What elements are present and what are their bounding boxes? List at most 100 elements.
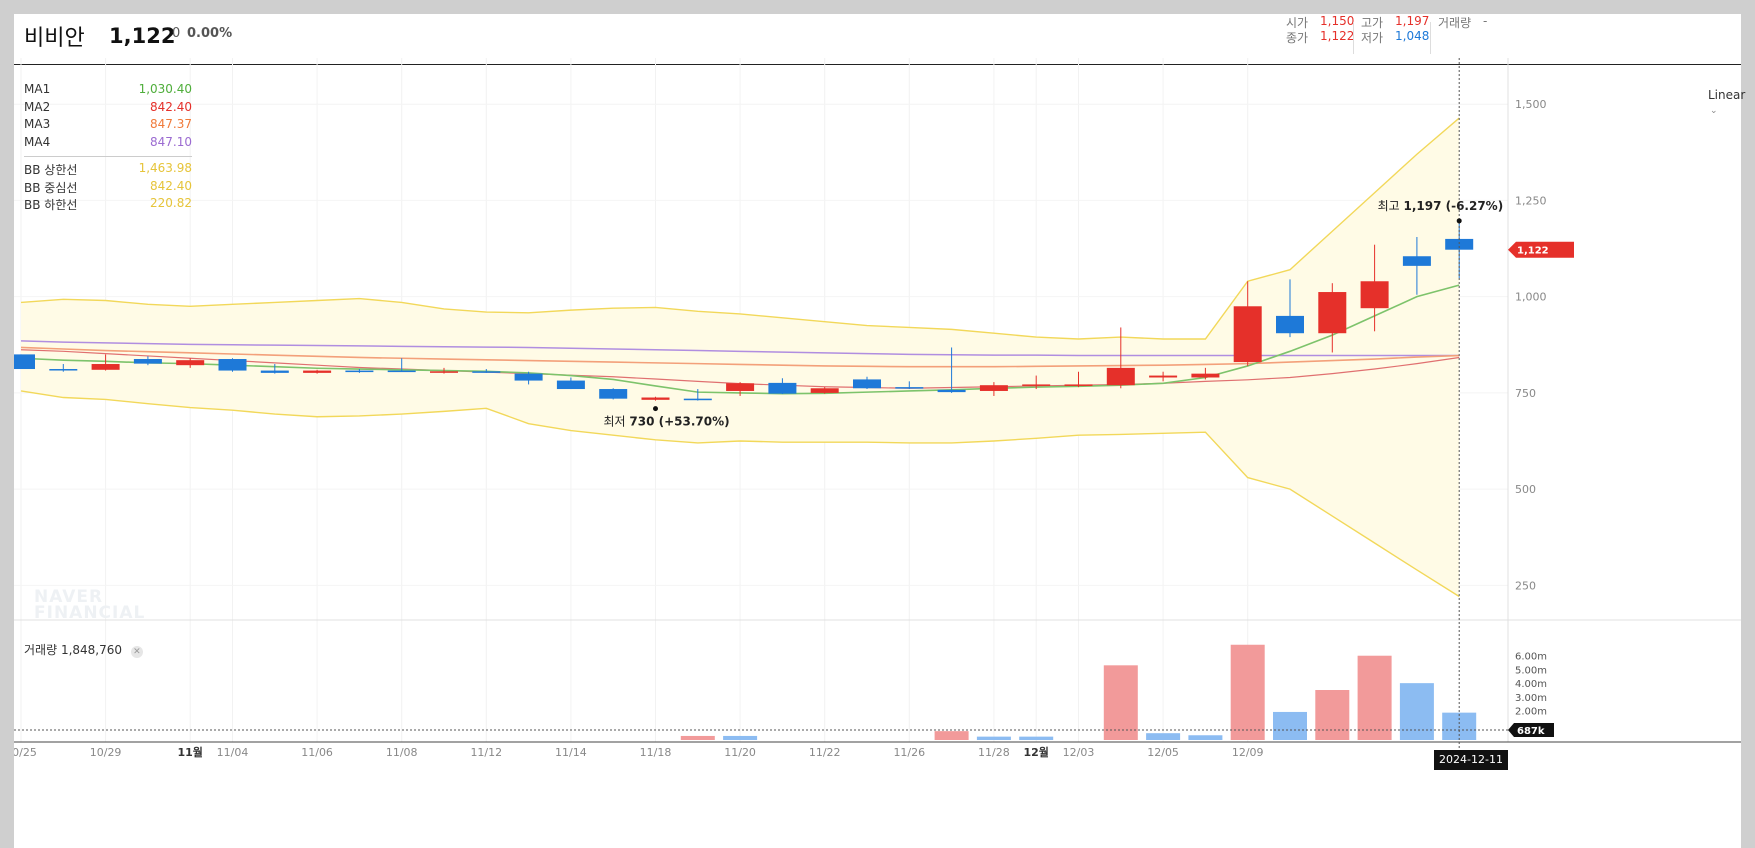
candle-body [91,364,120,370]
x-tick-label: 11/08 [386,746,418,759]
candle-body [937,389,966,393]
volume-bar [1146,733,1181,740]
volume-bar [1230,644,1265,740]
candle-body [14,354,35,370]
watermark-logo: NAVER FINANCIAL [34,589,146,623]
candle-body [1276,315,1304,334]
scale-mode-select[interactable]: Linear ⌄ [1708,88,1745,116]
x-tick-label: 12/03 [1063,746,1095,759]
watermark-line: FINANCIAL [34,603,146,623]
candle-body [303,370,332,373]
volume-bar [1399,683,1434,740]
high-annotation-value: 1,197 (-6.27%) [1403,199,1503,213]
x-tick-label: 11/18 [640,746,672,759]
candle-body [176,360,205,366]
candle-body [641,397,670,400]
candle-body [726,383,755,391]
x-tick-label: 10/29 [90,746,122,759]
legend-label: MA3 [24,117,51,131]
volume-bar [1103,665,1138,740]
candle-body [1360,281,1389,309]
price-tick-label: 1,000 [1515,291,1547,304]
legend-label: MA2 [24,99,51,114]
volume-bar [1315,690,1350,740]
x-tick-label: 11/04 [217,746,249,759]
x-tick-label: 10/25 [14,746,37,759]
price-tick-label: 1,500 [1515,98,1547,111]
low-annotation-label: 최저 [604,415,630,429]
volume-tick-label: 5.00m [1515,665,1547,676]
high-annotation-label: 최고 [1378,199,1404,213]
legend-item: BB 하한선 220.82 [24,196,192,214]
price-chart[interactable]: 250 500 750 1,000 1,250 1,500 2.00m 3.00m 4.00m 5… [14,14,1741,848]
candle-body [895,387,924,389]
candle-body [387,370,416,373]
legend-divider [24,156,192,157]
candle-body [1106,367,1135,386]
x-tick-label: 11/06 [301,746,333,759]
price-tick-label: 1,250 [1515,194,1547,207]
legend-item: BB 상한선 1,463.98 [24,161,192,179]
legend-value: 1,030.40 [138,82,192,96]
candle-body [1318,292,1347,334]
volume-bar [1019,736,1054,740]
x-tick-label: 12/05 [1147,746,1179,759]
volume-bar [1357,655,1392,740]
legend-item: BB 중심선 842.40 [24,179,192,197]
candle-body [430,371,458,373]
crosshair-date-badge: 2024-12-11 [1434,750,1508,770]
legend-item: MA1 1,030.40 [24,82,192,100]
low-annotation: 최저 730 (+53.70%) [604,415,730,429]
legend-value: 842.40 [150,178,192,193]
price-tick-label: 750 [1515,387,1536,400]
candle-body [1149,375,1178,378]
scale-mode-label: Linear [1708,88,1746,102]
candle-body [133,359,162,364]
x-tick-label: 11/20 [724,746,756,759]
volume-panel-label: 거래량 1,848,760 ✕ [24,641,143,658]
legend-label: BB 중심선 [24,180,78,195]
high-marker [1456,218,1462,224]
volume-bar [1188,735,1223,740]
close-icon[interactable]: ✕ [130,646,143,658]
candle-body [514,373,543,381]
legend-value: 220.82 [150,196,192,210]
candle-body [599,389,628,399]
x-tick-label: 11/26 [893,746,925,759]
volume-badge-label: 687k [1517,726,1545,737]
x-tick-label: 11/12 [470,746,502,759]
candle-body [1402,256,1431,266]
volume-bar [976,736,1011,740]
candle-body [1022,384,1051,386]
x-tick-label: 12/09 [1232,746,1264,759]
candle-body [49,369,78,371]
indicator-legend: MA1 1,030.40 MA2 842.40 MA3 847.37 MA4 847.10 BB… [24,82,192,214]
candle-body [472,371,501,373]
legend-value: 847.10 [150,134,192,149]
legend-label: BB 상한선 [24,163,78,177]
price-tick-label: 500 [1515,483,1536,496]
volume-bar [1273,711,1307,740]
volume-bar [934,731,969,740]
candle-body [218,359,247,371]
legend-item: MA3 847.37 [24,117,192,135]
volume-tick-label: 6.00m [1515,652,1547,663]
chevron-down-icon: ⌄ [1710,106,1718,116]
candle-body [556,380,585,390]
candle-body [810,388,839,393]
candle-body [683,398,712,401]
candle-body [768,382,797,394]
candle-body [853,379,881,389]
volume-tick-label: 4.00m [1515,679,1547,690]
low-marker [653,406,658,412]
candle-body [1191,373,1220,378]
legend-label: BB 하한선 [24,198,78,212]
candle-body [1064,384,1093,386]
legend-value: 847.37 [150,117,192,131]
current-price-badge-label: 1,122 [1517,246,1549,257]
candle-body [979,385,1008,391]
candle-body [260,370,289,373]
volume-tick-label: 2.00m [1515,707,1547,718]
candle-body [1233,306,1262,363]
candle-body [345,370,374,373]
